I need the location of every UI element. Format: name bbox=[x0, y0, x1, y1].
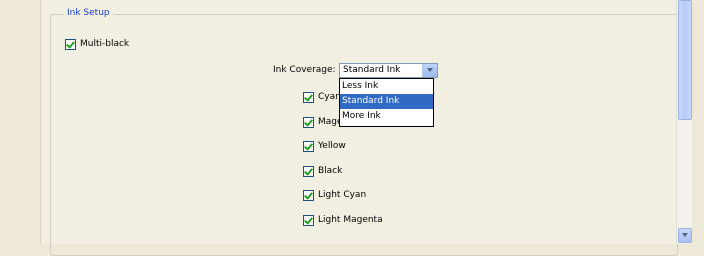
dropdown-option-standard-ink[interactable]: Standard Ink bbox=[340, 94, 433, 109]
vertical-scrollbar[interactable] bbox=[676, 0, 693, 244]
chevron-down-icon[interactable] bbox=[422, 64, 437, 77]
dropdown-option-less-ink[interactable]: Less Ink bbox=[340, 79, 433, 94]
scroll-down-icon[interactable] bbox=[678, 228, 692, 243]
cyan-label: Cyan bbox=[318, 92, 341, 102]
black-label: Black bbox=[318, 166, 343, 176]
yellow-label: Yellow bbox=[318, 141, 346, 151]
ink-coverage-value: Standard Ink bbox=[343, 65, 401, 75]
light-magenta-checkbox[interactable] bbox=[303, 215, 314, 226]
black-checkbox[interactable] bbox=[303, 166, 314, 177]
multiblack-checkbox[interactable] bbox=[65, 39, 76, 50]
magenta-checkbox[interactable] bbox=[303, 117, 314, 128]
yellow-checkbox[interactable] bbox=[303, 141, 314, 152]
scrollbar-thumb[interactable] bbox=[678, 0, 692, 120]
dropdown-option-more-ink[interactable]: More Ink bbox=[340, 109, 433, 124]
light-cyan-label: Light Cyan bbox=[318, 190, 367, 200]
window-edge bbox=[692, 0, 704, 244]
ink-coverage-label: Ink Coverage: bbox=[273, 65, 336, 75]
light-cyan-checkbox[interactable] bbox=[303, 190, 314, 201]
multiblack-label: Multi-black bbox=[80, 39, 130, 49]
cyan-checkbox[interactable] bbox=[303, 92, 314, 103]
ink-setup-legend: Ink Setup bbox=[64, 8, 113, 18]
light-magenta-label: Light Magenta bbox=[318, 215, 383, 225]
ink-coverage-dropdown[interactable]: Standard Ink bbox=[339, 63, 438, 78]
ink-coverage-dropdown-list: Less Ink Standard Ink More Ink bbox=[339, 78, 434, 127]
